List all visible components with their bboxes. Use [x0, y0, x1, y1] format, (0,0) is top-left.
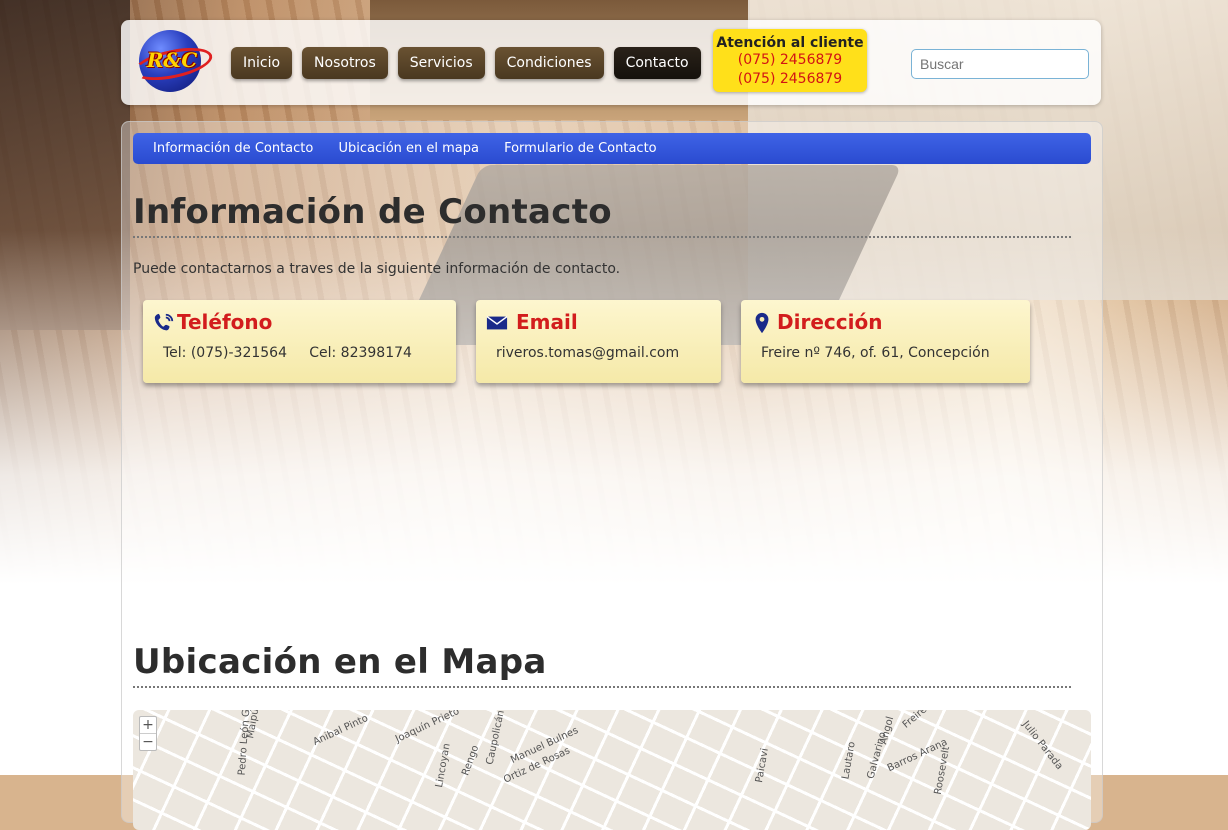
street-label: Rengo [460, 743, 482, 778]
street-label: Caupolicán [484, 710, 507, 766]
map-heading: Ubicación en el Mapa [133, 642, 1071, 688]
address-card: Dirección Freire nº 746, of. 61, Concepc… [741, 300, 1030, 383]
location-map[interactable]: + − Pedro León Gallo Manuel Bulnes Linco… [133, 710, 1091, 830]
search-input[interactable] [911, 49, 1089, 79]
street-label: Joaquín Prieto [393, 710, 462, 746]
street-label: Lincoyan [434, 742, 453, 789]
phone-icon [154, 313, 174, 331]
zoom-in-button[interactable]: + [140, 717, 156, 733]
email-card: Email riveros.tomas@gmail.com [476, 300, 721, 383]
street-label: Paicavi [753, 747, 771, 784]
callbox-phone-2: (075) 2456879 [737, 71, 843, 87]
callbox-phone-1: (075) 2456879 [737, 52, 843, 68]
street-label: Freire [900, 710, 930, 731]
subnav-contact-info[interactable]: Información de Contacto [153, 133, 313, 164]
phone-card-value: Tel: (075)-321564 Cel: 82398174 [163, 345, 412, 361]
map-pin-icon [755, 312, 769, 334]
email-card-value[interactable]: riveros.tomas@gmail.com [496, 345, 679, 361]
site-logo[interactable]: R&C [130, 28, 216, 94]
main-content: Información de Contacto Ubicación en el … [121, 121, 1103, 830]
zoom-out-button[interactable]: − [140, 733, 156, 750]
street-label: Julio Parada [1019, 719, 1065, 772]
nav-servicios[interactable]: Servicios [397, 47, 485, 79]
site-header: R&C Inicio Nosotros Servicios Condicione… [121, 20, 1101, 105]
nav-inicio[interactable]: Inicio [231, 47, 293, 79]
street-label: Anibal Pinto [311, 712, 370, 749]
nav-contacto[interactable]: Contacto [613, 47, 701, 79]
address-card-title: Dirección [777, 310, 883, 334]
customer-service-box: Atención al cliente (075) 2456879 (075) … [713, 29, 867, 92]
nav-condiciones[interactable]: Condiciones [494, 47, 604, 79]
map-zoom-control: + − [139, 716, 157, 751]
phone-card-title: Teléfono [177, 310, 273, 334]
section-subnav: Información de Contacto Ubicación en el … [133, 133, 1091, 164]
nav-nosotros[interactable]: Nosotros [302, 47, 388, 79]
contact-intro-text: Puede contactarnos a traves de la siguie… [133, 261, 621, 277]
email-card-title: Email [516, 310, 578, 334]
callbox-title: Atención al cliente [716, 35, 864, 51]
address-card-value: Freire nº 746, of. 61, Concepción [761, 345, 990, 361]
envelope-icon [486, 315, 508, 330]
logo-text: R&C [146, 48, 198, 72]
phone-card: Teléfono Tel: (075)-321564 Cel: 82398174 [143, 300, 456, 383]
contact-info-heading: Información de Contacto [133, 192, 1071, 238]
street-label: Lautaro [840, 740, 858, 781]
subnav-contact-form[interactable]: Formulario de Contacto [504, 133, 657, 164]
subnav-map-location[interactable]: Ubicación en el mapa [338, 133, 479, 164]
main-nav: Inicio Nosotros Servicios Condiciones Co… [231, 47, 711, 79]
street-label: Angol [878, 715, 897, 746]
